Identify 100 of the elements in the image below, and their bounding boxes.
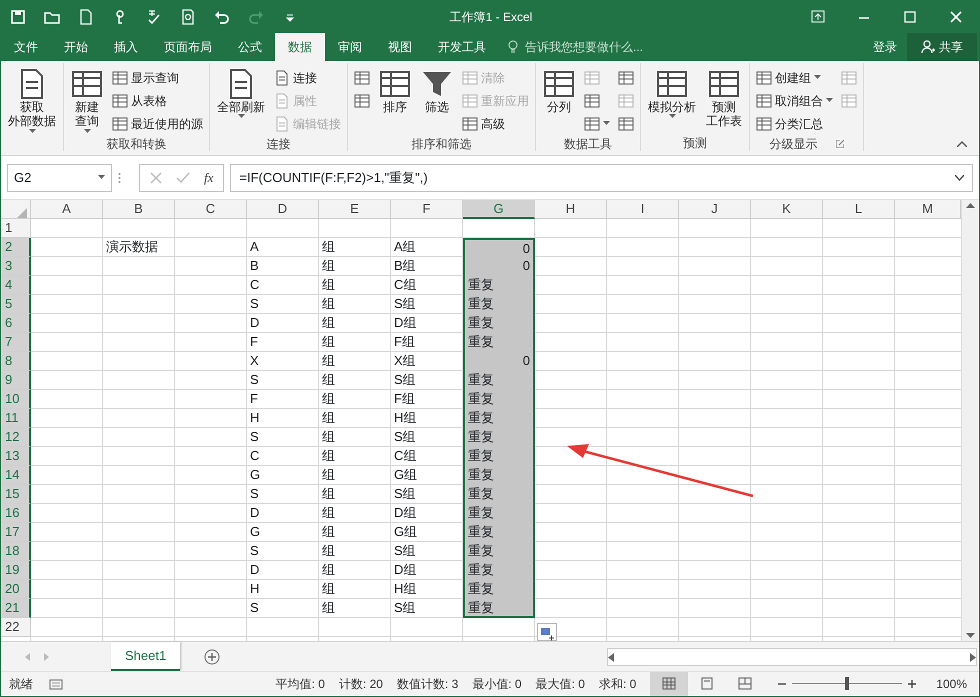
table-cell-text: 组 [321, 238, 336, 256]
row-header[interactable]: 1 [1, 219, 31, 238]
row-header[interactable]: 12 [1, 428, 31, 447]
document-icon[interactable] [78, 9, 94, 25]
group-label: 获取和转换 [106, 136, 166, 154]
ribbon-tab[interactable]: 页面布局 [151, 33, 225, 61]
scroll-left-icon[interactable] [608, 652, 614, 662]
sign-in-link[interactable]: 登录 [863, 33, 907, 61]
horizontal-scrollbar[interactable] [607, 648, 977, 666]
column-header[interactable]: D [247, 200, 319, 219]
column-header[interactable]: I [607, 200, 679, 219]
table-icon [543, 68, 575, 100]
column-header[interactable]: L [823, 200, 895, 219]
ribbon-tab[interactable]: 数据 [275, 33, 325, 61]
row-header[interactable]: 13 [1, 447, 31, 466]
ribbon-button[interactable]: 分类汇总 [754, 112, 835, 135]
row-header[interactable]: 15 [1, 485, 31, 504]
row-header[interactable]: 8 [1, 352, 31, 371]
zoom-in-icon[interactable] [908, 680, 916, 688]
table-cell-text: 演示数据 [105, 238, 159, 256]
ribbon-button[interactable]: 模拟分析 [645, 66, 699, 122]
ribbon-tab[interactable]: 公式 [225, 33, 275, 61]
ribbon-button[interactable]: 全部刷新 [214, 66, 268, 122]
insert-function-button[interactable]: fx [204, 168, 214, 188]
row-header[interactable]: 16 [1, 504, 31, 523]
maximize-icon[interactable] [902, 9, 918, 25]
zoom-level[interactable]: 100% [936, 674, 967, 692]
row-header[interactable]: 6 [1, 314, 31, 333]
ribbon-button[interactable]: 取消组合 [754, 89, 835, 112]
vertical-scrollbar[interactable] [961, 200, 979, 641]
row-header[interactable]: 20 [1, 580, 31, 599]
collapse-ribbon-icon[interactable] [957, 141, 967, 147]
row-header[interactable]: 17 [1, 523, 31, 542]
save-icon[interactable] [10, 9, 26, 25]
table-cell-text: H组 [393, 580, 418, 598]
table-cell: 0 [463, 257, 535, 276]
row-header[interactable]: 2 [1, 238, 31, 257]
ribbon-button[interactable]: 获取 外部数据 [5, 66, 59, 136]
paste-options-icon[interactable] [537, 623, 557, 641]
row-header[interactable]: 14 [1, 466, 31, 485]
spellcheck-icon[interactable] [146, 9, 162, 25]
ribbon-tab[interactable]: 审阅 [325, 33, 375, 61]
row-header[interactable]: 10 [1, 390, 31, 409]
scroll-right-icon[interactable] [970, 652, 976, 662]
row-header[interactable]: 3 [1, 257, 31, 276]
scroll-down-icon[interactable] [966, 633, 975, 639]
ribbon-tab[interactable]: 视图 [375, 33, 425, 61]
tell-me-field[interactable]: 告诉我您想要做什么... [523, 37, 693, 57]
ribbon-button[interactable]: 预测 工作表 [703, 66, 745, 131]
ribbon-button[interactable]: 最近使用的源 [110, 112, 205, 135]
close-icon[interactable] [948, 9, 964, 25]
dialog-launcher-icon[interactable] [836, 140, 844, 148]
column-header[interactable]: M [895, 200, 961, 219]
ribbon-button[interactable]: 筛选 [418, 66, 456, 116]
row-header[interactable]: 11 [1, 409, 31, 428]
table-cell: 重复 [463, 485, 535, 504]
column-header[interactable]: E [319, 200, 391, 219]
column-header[interactable]: F [391, 200, 463, 219]
scroll-up-icon[interactable] [966, 202, 975, 208]
column-header[interactable]: A [31, 200, 103, 219]
table-cell-text: 组 [321, 523, 336, 541]
row-header[interactable]: 5 [1, 295, 31, 314]
undo-icon[interactable] [214, 9, 230, 25]
ribbon-button[interactable]: 显示查询 [110, 66, 205, 89]
name-box[interactable]: G2 [7, 164, 112, 192]
expand-icon[interactable] [955, 174, 964, 180]
ribbon-button[interactable]: 排序 [376, 66, 414, 116]
row-header[interactable]: 19 [1, 561, 31, 580]
macro-record-icon[interactable] [49, 678, 63, 690]
row-header[interactable]: 7 [1, 333, 31, 352]
column-header[interactable]: J [679, 200, 751, 219]
add-sheet-icon[interactable] [204, 648, 220, 664]
ribbon-button[interactable]: 创建组 [754, 66, 835, 89]
row-header[interactable]: 21 [1, 599, 31, 618]
formula-field[interactable]: =IF(COUNTIF(F:F,F2)>1,"重复",) [230, 164, 973, 192]
share-button[interactable]: 共享 [907, 33, 977, 61]
table-cell-text: H [249, 409, 260, 427]
row-header[interactable]: 4 [1, 276, 31, 295]
check-icon[interactable] [176, 172, 190, 184]
ribbon-tab[interactable]: 文件 [1, 33, 51, 61]
sheet-tab[interactable]: Sheet1 [111, 642, 180, 671]
column-header[interactable]: K [751, 200, 823, 219]
row-header[interactable]: 18 [1, 542, 31, 561]
column-header[interactable]: G [463, 200, 535, 219]
ribbon-tab[interactable]: 开发工具 [425, 33, 499, 61]
ribbon-button[interactable]: 分列 [540, 66, 578, 116]
view-button[interactable] [650, 672, 688, 696]
row-header[interactable]: 22 [1, 618, 31, 637]
ribbon-button[interactable]: 连接 [272, 66, 343, 89]
ribbon-button[interactable]: 从表格 [110, 89, 205, 112]
print-preview-icon[interactable] [180, 9, 196, 25]
column-header[interactable]: B [103, 200, 175, 219]
ribbon-button[interactable]: 新建 查询 [68, 66, 106, 136]
ribbon-tab[interactable]: 插入 [101, 33, 151, 61]
ribbon-button[interactable]: 高级 [460, 112, 531, 135]
column-header[interactable]: H [535, 200, 607, 219]
row-header[interactable]: 9 [1, 371, 31, 390]
ribbon-display-icon[interactable] [810, 9, 826, 25]
column-header[interactable]: C [175, 200, 247, 219]
ribbon-tab[interactable]: 开始 [51, 33, 101, 61]
